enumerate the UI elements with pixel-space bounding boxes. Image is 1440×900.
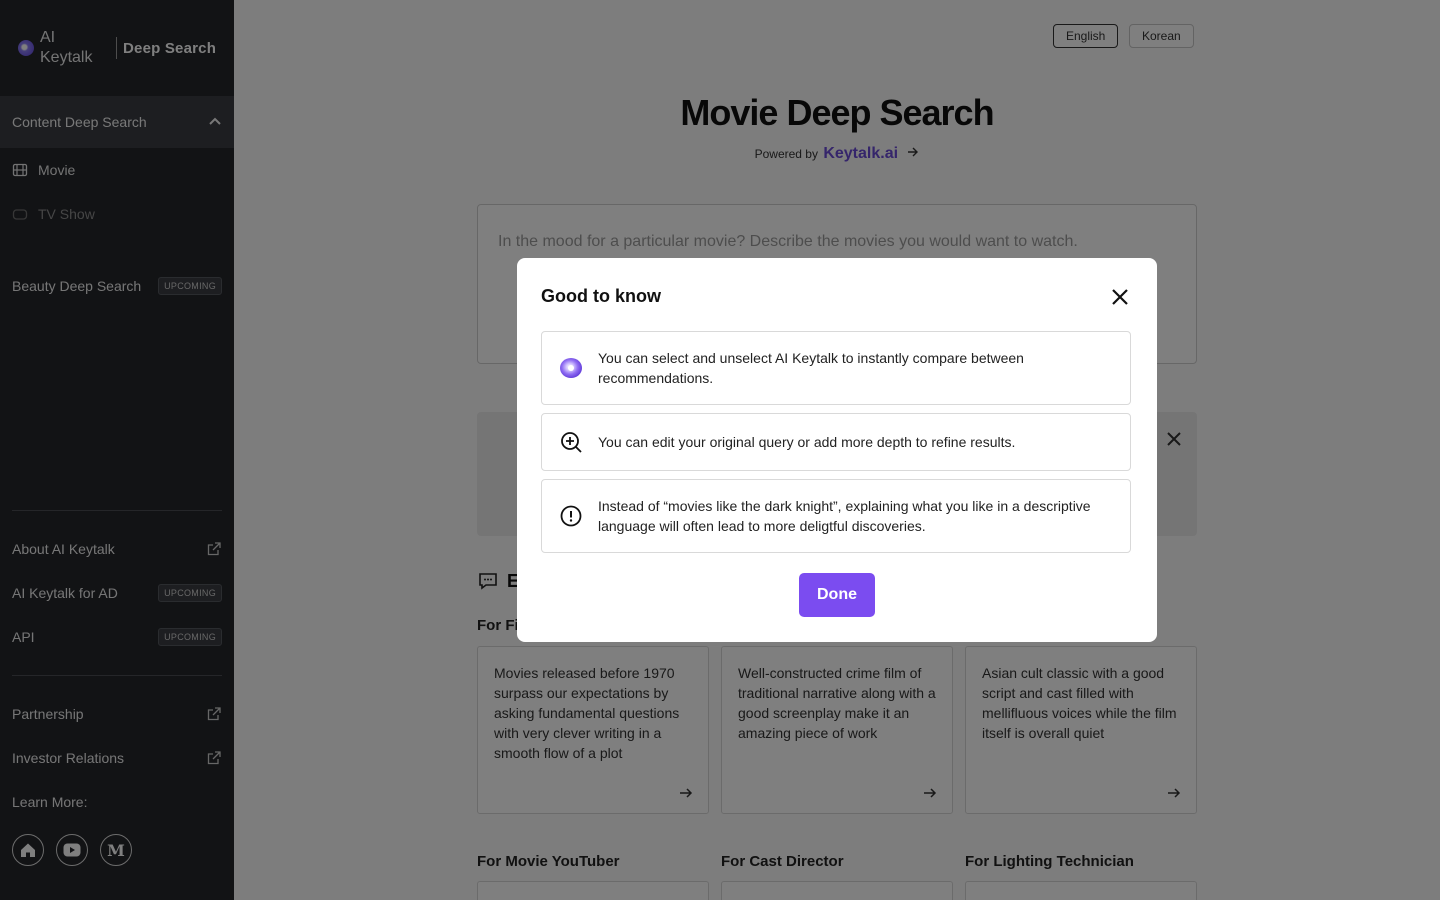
tip-text: You can edit your original query or add … (598, 434, 1016, 450)
done-button[interactable]: Done (799, 573, 875, 617)
modal-title: Good to know (541, 286, 661, 306)
keytalk-orb-icon (560, 358, 582, 378)
tip-item: You can select and unselect AI Keytalk t… (541, 331, 1131, 405)
zoom-plus-icon (561, 432, 582, 453)
tip-text: Instead of “movies like the dark knight”… (598, 498, 1091, 534)
close-icon[interactable] (1109, 286, 1131, 308)
tip-item: Instead of “movies like the dark knight”… (541, 479, 1131, 553)
tip-text: You can select and unselect AI Keytalk t… (598, 350, 1024, 386)
tip-item: You can edit your original query or add … (541, 413, 1131, 471)
good-to-know-modal: Good to know You can select and unselect… (517, 258, 1157, 642)
alert-circle-icon (560, 505, 582, 527)
